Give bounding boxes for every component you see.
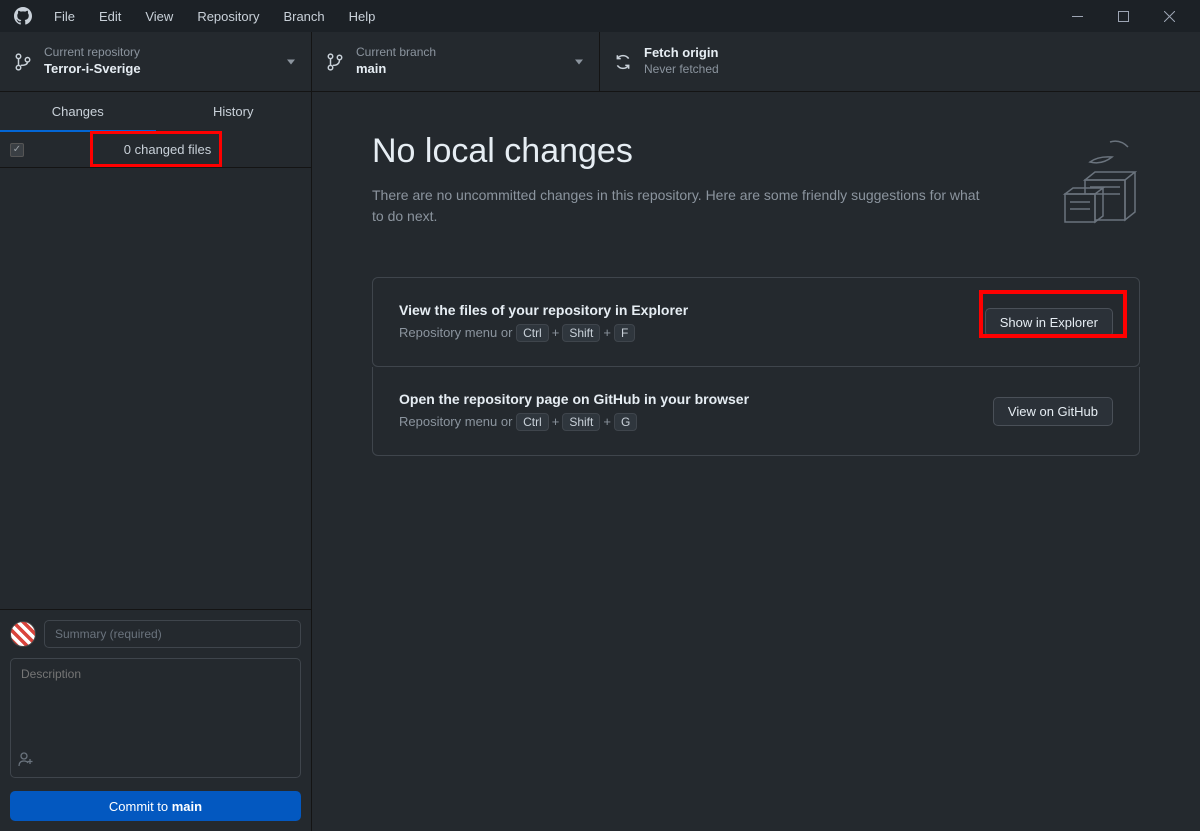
avatar: [10, 621, 36, 647]
repository-selector[interactable]: Current repository Terror-i-Sverige: [0, 32, 312, 91]
fetch-button[interactable]: Fetch origin Never fetched: [600, 32, 888, 91]
repo-label: Current repository: [44, 45, 141, 61]
tab-changes[interactable]: Changes: [0, 92, 156, 132]
repo-name: Terror-i-Sverige: [44, 61, 141, 78]
menu-repository[interactable]: Repository: [185, 3, 271, 30]
sync-icon: [614, 53, 632, 71]
sidebar: Changes History ✓ 0 changed files Commit…: [0, 92, 312, 831]
illustration-icon: [1040, 132, 1140, 232]
close-button[interactable]: [1146, 0, 1192, 32]
chevron-down-icon: [287, 59, 295, 64]
add-coauthor-icon[interactable]: [18, 751, 34, 771]
summary-input[interactable]: [44, 620, 301, 648]
menu-edit[interactable]: Edit: [87, 3, 133, 30]
maximize-button[interactable]: [1100, 0, 1146, 32]
page-subtitle: There are no uncommitted changes in this…: [372, 185, 992, 227]
chevron-down-icon: [575, 59, 583, 64]
commit-button[interactable]: Commit to main: [10, 791, 301, 821]
branch-icon: [326, 53, 344, 71]
github-logo-icon: [14, 7, 32, 25]
branch-name: main: [356, 61, 436, 78]
menu-branch[interactable]: Branch: [271, 3, 336, 30]
view-on-github-button[interactable]: View on GitHub: [993, 397, 1113, 426]
select-all-checkbox[interactable]: ✓: [10, 143, 24, 157]
suggestion-card-github: Open the repository page on GitHub in yo…: [372, 367, 1140, 456]
files-list: [0, 168, 311, 609]
fetch-label: Fetch origin: [644, 45, 719, 62]
highlight-box: [90, 131, 222, 167]
minimize-button[interactable]: [1054, 0, 1100, 32]
card-subtitle: Repository menu or Ctrl+Shift+F: [399, 324, 985, 342]
toolbar: Current repository Terror-i-Sverige Curr…: [0, 32, 1200, 92]
menu-help[interactable]: Help: [337, 3, 388, 30]
branch-label: Current branch: [356, 45, 436, 61]
highlight-box: [979, 290, 1127, 338]
main-content: No local changes There are no uncommitte…: [312, 92, 1200, 831]
tab-history[interactable]: History: [156, 92, 312, 132]
description-input[interactable]: [10, 658, 301, 778]
menu-view[interactable]: View: [133, 3, 185, 30]
menu-file[interactable]: File: [42, 3, 87, 30]
branch-selector[interactable]: Current branch main: [312, 32, 600, 91]
card-title: View the files of your repository in Exp…: [399, 302, 985, 318]
card-subtitle: Repository menu or Ctrl+Shift+G: [399, 413, 993, 431]
suggestion-card-explorer: View the files of your repository in Exp…: [372, 277, 1140, 367]
fetch-status: Never fetched: [644, 62, 719, 78]
commit-panel: Commit to main: [0, 609, 311, 831]
card-title: Open the repository page on GitHub in yo…: [399, 391, 993, 407]
changes-header: ✓ 0 changed files: [0, 132, 311, 168]
page-title: No local changes: [372, 132, 1010, 171]
titlebar: File Edit View Repository Branch Help: [0, 0, 1200, 32]
repo-icon: [14, 53, 32, 71]
